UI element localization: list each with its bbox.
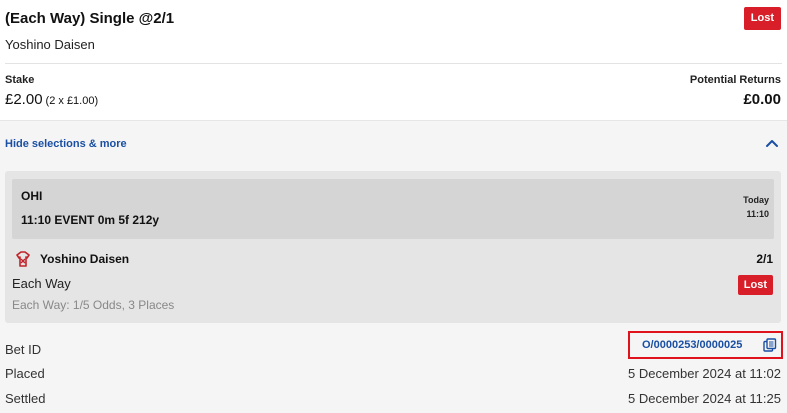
- runner-odds: 2/1: [756, 252, 773, 266]
- stake-row: Stake £2.00 (2 x £1.00) Potential Returns…: [0, 64, 787, 120]
- event-code: OHI: [21, 189, 43, 203]
- hide-selections-link[interactable]: Hide selections & more: [5, 138, 127, 150]
- copy-icon[interactable]: [763, 338, 777, 352]
- returns-value: £0.00: [743, 91, 781, 108]
- selection-status-badge: Lost: [737, 275, 773, 295]
- placed-label: Placed: [5, 366, 45, 381]
- bet-id-highlight[interactable]: O/0000253/0000025: [628, 331, 783, 359]
- event-time: 11:10: [746, 209, 769, 219]
- bet-selection-name: Yoshino Daisen: [5, 37, 95, 52]
- event-header: OHI 11:10 EVENT 0m 5f 212y Today 11:10: [12, 179, 774, 239]
- runner-name: Yoshino Daisen: [40, 252, 130, 266]
- market-name: Each Way: [12, 276, 71, 291]
- event-name: 11:10 EVENT 0m 5f 212y: [21, 213, 160, 227]
- returns-label: Potential Returns: [689, 74, 781, 86]
- selection-card: OHI 11:10 EVENT 0m 5f 212y Today 11:10 Y…: [5, 171, 781, 323]
- stake-breakdown: (2 x £1.00): [45, 95, 99, 107]
- chevron-up-icon[interactable]: [765, 138, 779, 148]
- placed-value: 5 December 2024 at 11:02: [628, 366, 781, 381]
- event-day: Today: [743, 195, 769, 205]
- bet-id-label: Bet ID: [5, 342, 42, 357]
- settled-label: Settled: [5, 391, 46, 406]
- bet-title: (Each Way) Single @2/1: [5, 10, 175, 27]
- stake-value: £2.00: [5, 91, 43, 108]
- stake-label: Stake: [5, 74, 35, 86]
- bet-status-badge: Lost: [743, 7, 781, 30]
- settled-value: 5 December 2024 at 11:25: [628, 391, 781, 406]
- bet-details-panel: Hide selections & more OHI 11:10 EVENT 0…: [0, 120, 787, 413]
- each-way-terms: Each Way: 1/5 Odds, 3 Places: [12, 298, 175, 312]
- bet-header: (Each Way) Single @2/1 Yoshino Daisen Lo…: [0, 0, 787, 64]
- stake-amount: £2.00 (2 x £1.00): [5, 91, 98, 108]
- jockey-silk-icon: [16, 251, 30, 267]
- bet-id-value[interactable]: O/0000253/0000025: [642, 339, 742, 351]
